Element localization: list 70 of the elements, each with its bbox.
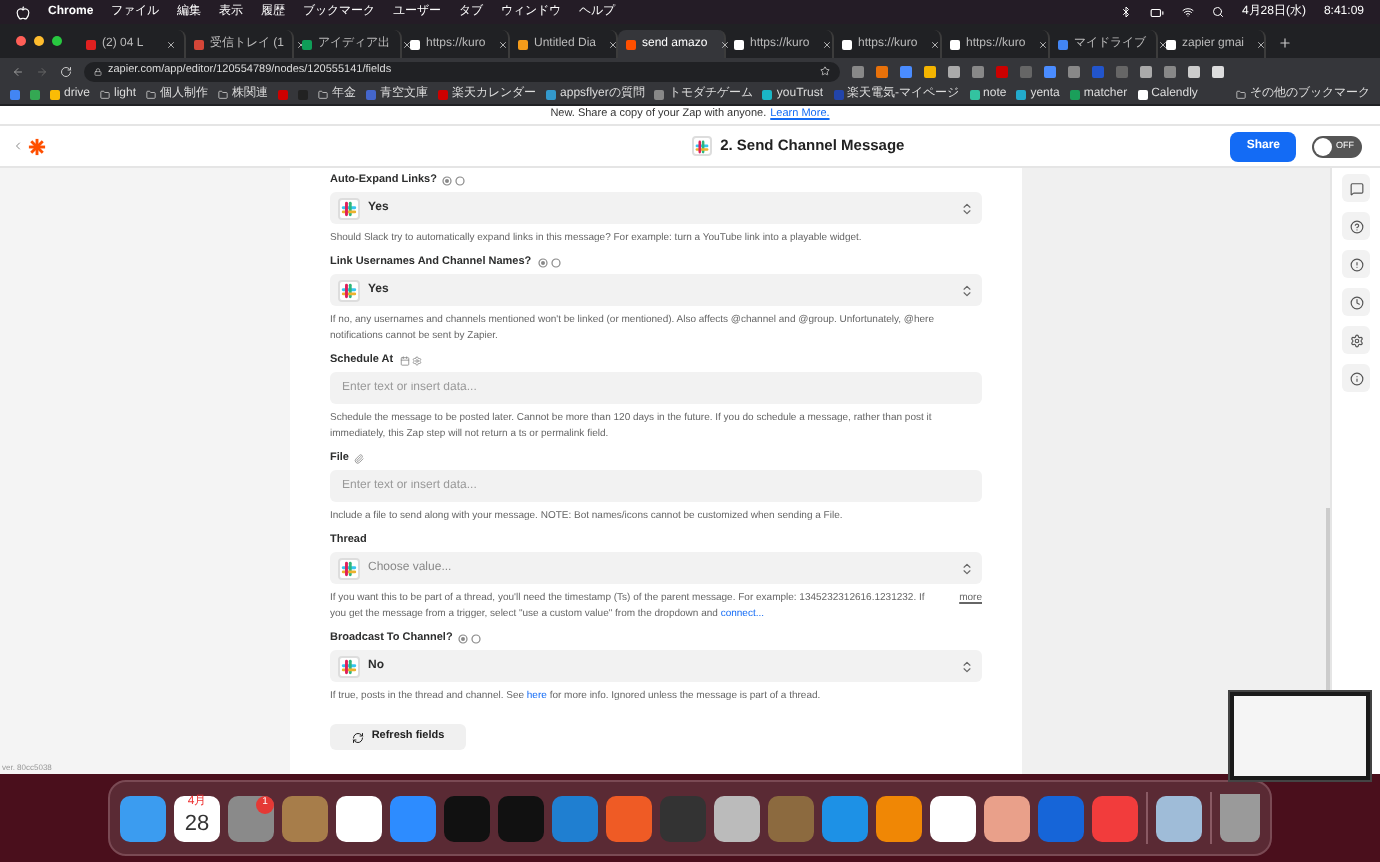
battery-icon[interactable]: [1149, 5, 1164, 19]
favicon-icon: [302, 39, 312, 49]
folder-icon: [1236, 89, 1246, 99]
up-down-arrows-icon: [960, 561, 974, 575]
favicon-icon: [366, 89, 377, 99]
favicon-icon: [1069, 89, 1080, 99]
sidebar-icon-button[interactable]: [1342, 174, 1370, 202]
zapier-logo-icon[interactable]: [28, 137, 46, 155]
app-icon[interactable]: [1156, 795, 1202, 841]
favicon-icon: [1058, 39, 1068, 49]
radio-toggle-icon: [537, 258, 562, 268]
screenshot-thumbnail[interactable]: [1228, 690, 1372, 782]
favicon-icon: [1166, 39, 1176, 49]
favicon-icon: [86, 39, 96, 49]
apple-icon[interactable]: [16, 5, 30, 19]
folder-icon: [100, 89, 111, 99]
refresh-icon: [351, 731, 364, 743]
app-icon[interactable]: [336, 795, 382, 841]
bookmark-star-icon[interactable]: [820, 66, 830, 76]
favicon-icon: [1016, 89, 1027, 99]
gear-icon: [411, 356, 422, 366]
app-icon[interactable]: [714, 795, 760, 841]
paperclip-icon: [354, 454, 365, 464]
reload-icon[interactable]: [60, 65, 72, 77]
favicon-icon: [50, 89, 60, 99]
alert-icon: [1349, 257, 1363, 271]
up-down-arrows-icon: [960, 283, 974, 297]
favicon-icon: [842, 39, 852, 49]
favicon-icon: [969, 89, 980, 99]
favicon-icon: [762, 89, 773, 99]
settings-icon: [1349, 333, 1363, 347]
sidebar-icon-button[interactable]: [1342, 212, 1370, 240]
favicon-icon: [1137, 89, 1148, 99]
wifi-icon[interactable]: [1181, 6, 1194, 18]
app-icon[interactable]: [984, 795, 1030, 841]
favicon-icon: [626, 39, 636, 49]
favicon-icon: [546, 89, 557, 99]
up-down-arrows-icon: [960, 659, 974, 673]
scrollbar-thumb[interactable]: [1326, 508, 1330, 694]
folder-icon: [318, 89, 329, 99]
toggle-knob: [1314, 137, 1332, 155]
folder-icon: [218, 89, 229, 99]
favicon-icon: [410, 39, 420, 49]
radio-toggle-icon: [458, 634, 483, 644]
favicon-icon: [518, 39, 528, 49]
up-down-arrows-icon: [960, 201, 974, 215]
comment-icon: [1349, 181, 1363, 195]
favicon-icon: [654, 89, 665, 99]
calendar-icon: [399, 356, 410, 366]
favicon-icon: [734, 39, 744, 49]
clock-icon: [1349, 295, 1363, 309]
favicon-icon: [833, 89, 844, 99]
folder-icon: [146, 89, 157, 99]
favicon-icon: [438, 89, 449, 99]
info-icon: [1349, 371, 1363, 385]
bluetooth-icon[interactable]: [1119, 6, 1132, 18]
help-icon: [1349, 219, 1363, 233]
lock-icon: [94, 67, 102, 75]
sidebar-icon-button[interactable]: [1342, 288, 1370, 316]
radio-toggle-icon: [442, 176, 467, 186]
app-icon[interactable]: [930, 795, 976, 841]
favicon-icon: [950, 39, 960, 49]
sidebar-icon-button[interactable]: [1342, 250, 1370, 278]
sidebar-icon-button[interactable]: [1342, 326, 1370, 354]
calendar-day: 28: [184, 809, 210, 837]
back-icon[interactable]: [12, 65, 24, 77]
favicon-icon: [194, 39, 204, 49]
sidebar-icon-button[interactable]: [1342, 364, 1370, 392]
new-tab-icon[interactable]: [1278, 36, 1292, 50]
search-icon[interactable]: [1211, 6, 1224, 18]
